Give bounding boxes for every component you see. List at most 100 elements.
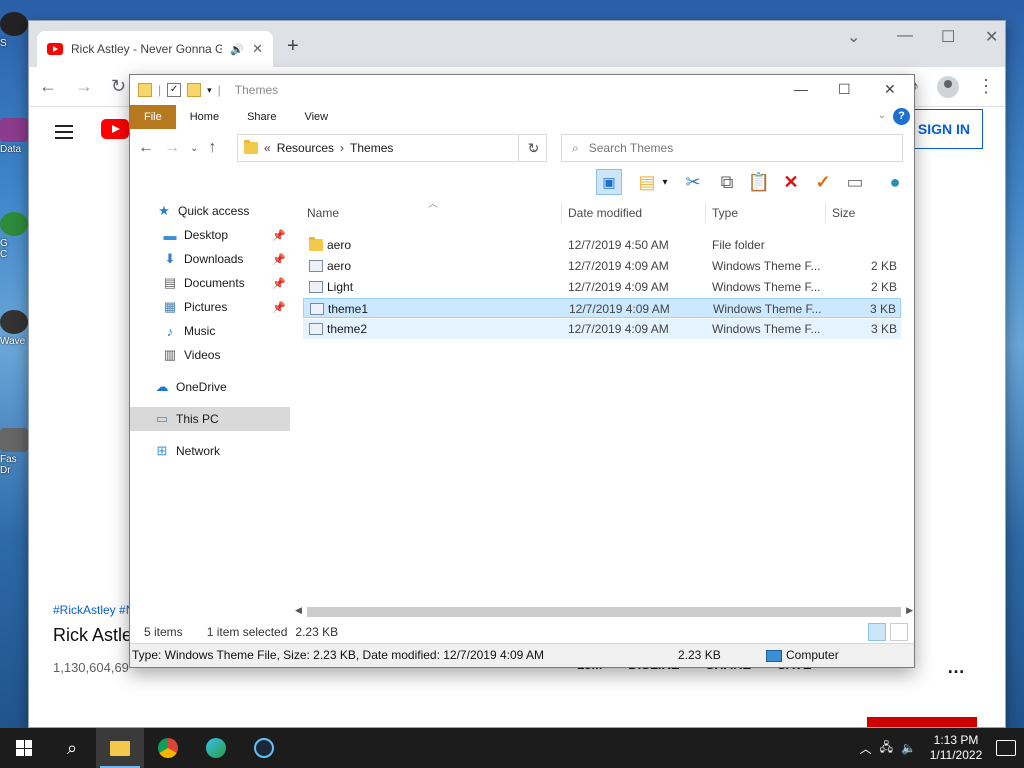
reload-icon[interactable]: ↻ [111,76,126,97]
delete-icon[interactable]: ✕ [778,169,804,195]
nav-item-downloads[interactable]: ⬇ Downloads 📌 [130,247,290,271]
new-folder-icon[interactable]: ▤ [634,169,660,195]
column-date-modified[interactable]: Date modified [568,206,642,220]
preview-pane-icon[interactable]: ▣ [596,169,622,195]
tab-search-icon[interactable]: ⌄ [847,27,860,47]
horizontal-scrollbar[interactable]: ◀ ▶ [293,605,915,619]
tab-view[interactable]: View [290,105,342,129]
properties-icon[interactable]: ✓ [167,83,182,97]
hamburger-icon[interactable] [55,125,73,127]
help-icon[interactable]: ? [893,108,910,125]
nav-item-quick-access[interactable]: ★ Quick access [130,199,290,223]
new-tab-button[interactable]: + [287,35,299,58]
divider: | [158,83,162,97]
details-bar: Type: Windows Theme File, Size: 2.23 KB,… [130,643,914,667]
expand-ribbon-icon[interactable]: ⌄ [878,110,886,121]
tab-file[interactable]: File [130,105,176,129]
scroll-right-icon[interactable]: ▶ [906,605,913,616]
column-divider[interactable] [561,203,562,223]
refresh-icon[interactable]: ↻ [518,134,548,162]
taskbar-file-explorer[interactable] [96,728,144,768]
taskbar-edge[interactable] [192,728,240,768]
notification-icon[interactable] [996,740,1016,756]
nav-item-pictures[interactable]: ▦ Pictures 📌 [130,295,290,319]
column-size[interactable]: Size [832,206,855,220]
rename-check-icon[interactable]: ✓ [810,169,836,195]
more-actions-icon[interactable]: … [947,657,965,678]
file-row[interactable]: Light 12/7/2019 4:09 AM Windows Theme F.… [303,277,901,297]
pin-icon[interactable]: 📌 [272,301,286,314]
column-name[interactable]: Name [307,206,339,220]
file-row[interactable]: theme2 12/7/2019 4:09 AM Windows Theme F… [303,319,901,339]
scroll-left-icon[interactable]: ◀ [295,605,302,616]
back-icon[interactable]: ← [39,76,57,97]
network-icon[interactable]: 🖧 [880,738,893,759]
sign-in-button[interactable]: SIGN IN [904,109,983,149]
nav-item-this-pc[interactable]: ▭ This PC [130,407,290,431]
menu-icon[interactable]: ⋮ [977,76,995,97]
file-row-selected[interactable]: theme1 12/7/2019 4:09 AM Windows Theme F… [303,298,901,318]
close-icon[interactable]: ✕ [252,41,263,57]
breadcrumb-item[interactable]: Themes [350,141,393,155]
tab-home[interactable]: Home [176,105,233,129]
forward-icon[interactable]: → [75,76,93,97]
column-divider[interactable] [825,203,826,223]
recent-locations-icon[interactable]: ⌄ [190,143,198,154]
back-icon[interactable]: ← [138,139,154,157]
taskbar-chrome[interactable] [144,728,192,768]
cut-icon[interactable]: ✂ [680,169,706,195]
profile-avatar[interactable] [937,75,959,98]
new-folder-icon[interactable] [187,83,202,97]
volume-icon[interactable]: 🔈 [901,741,916,755]
youtube-logo-icon[interactable] [101,119,129,139]
subscribe-button[interactable] [867,717,977,727]
pin-icon[interactable]: 📌 [272,277,286,290]
minimize-icon[interactable]: — [794,81,808,97]
browser-tab[interactable]: Rick Astley - Never Gonna G 🔊 ✕ [37,31,273,67]
address-bar[interactable]: « Resources › Themes ⌄ [237,134,547,162]
search-input[interactable]: ⌕ Search Themes [561,134,903,162]
column-divider[interactable] [705,203,706,223]
copy-icon[interactable]: ⧉ [714,169,740,195]
file-size: 3 KB [869,302,896,316]
minimize-icon[interactable]: — [897,27,913,45]
search-button[interactable]: ⌕ [48,728,96,768]
pin-icon[interactable]: 📌 [272,253,286,266]
properties-icon[interactable]: ▭ [842,169,868,195]
customize-quick-access-icon[interactable]: ▾ [207,85,212,96]
nav-item-network[interactable]: ⊞ Network [130,439,290,463]
close-window-icon[interactable]: ✕ [985,27,998,47]
forward-icon[interactable]: → [164,139,180,157]
show-hidden-icons-icon[interactable]: ︿ [860,740,872,757]
file-row[interactable]: aero 12/7/2019 4:09 AM Windows Theme F..… [303,256,901,276]
chevron-right-icon[interactable]: › [340,141,344,155]
breadcrumb-overflow[interactable]: « [264,141,271,155]
maximize-icon[interactable]: ☐ [941,27,955,47]
file-date: 12/7/2019 4:50 AM [568,238,669,252]
large-icons-view-icon[interactable] [890,623,908,641]
close-icon[interactable]: ✕ [884,81,896,98]
dropdown-icon[interactable]: ▾ [658,169,672,195]
nav-item-onedrive[interactable]: ☁ OneDrive [130,375,290,399]
globe-icon[interactable]: ● [882,169,908,195]
paste-icon[interactable]: 📋 [746,169,772,195]
tab-share[interactable]: Share [233,105,290,129]
taskbar-steam[interactable] [240,728,288,768]
clock[interactable]: 1:13 PM 1/11/2022 [924,733,988,763]
file-row[interactable]: aero 12/7/2019 4:50 AM File folder [303,235,901,255]
music-icon: ♪ [166,323,174,339]
scroll-thumb[interactable] [307,607,901,617]
nav-item-videos[interactable]: ▥ Videos [130,343,290,367]
file-date: 12/7/2019 4:09 AM [568,280,669,294]
details-view-icon[interactable] [868,623,886,641]
pin-icon[interactable]: 📌 [272,229,286,242]
up-icon[interactable]: ↑ [208,139,216,157]
maximize-icon[interactable]: ☐ [838,81,851,98]
nav-item-documents[interactable]: ▤ Documents 📌 [130,271,290,295]
column-type[interactable]: Type [712,206,738,220]
start-button[interactable] [0,728,48,768]
breadcrumb-item[interactable]: Resources [277,141,334,155]
nav-item-music[interactable]: ♪ Music [130,319,290,343]
speaker-icon[interactable]: 🔊 [230,43,244,56]
nav-item-desktop[interactable]: ▬ Desktop 📌 [130,223,290,247]
